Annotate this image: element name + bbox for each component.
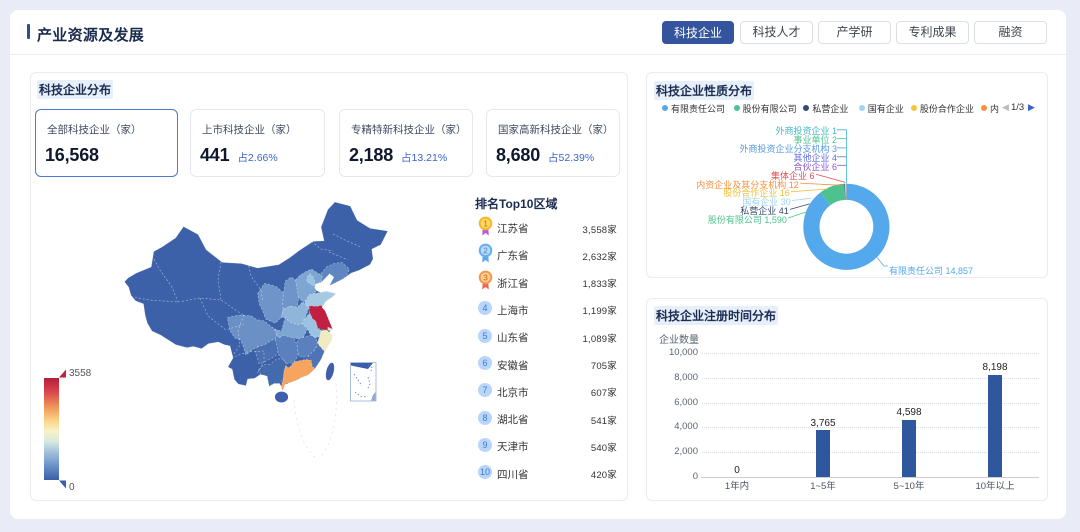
- svg-text:1: 1: [483, 218, 488, 228]
- svg-text:3: 3: [483, 273, 488, 283]
- svg-text:2: 2: [483, 245, 488, 255]
- svg-text:0: 0: [69, 482, 75, 493]
- svg-text:3558: 3558: [69, 368, 92, 379]
